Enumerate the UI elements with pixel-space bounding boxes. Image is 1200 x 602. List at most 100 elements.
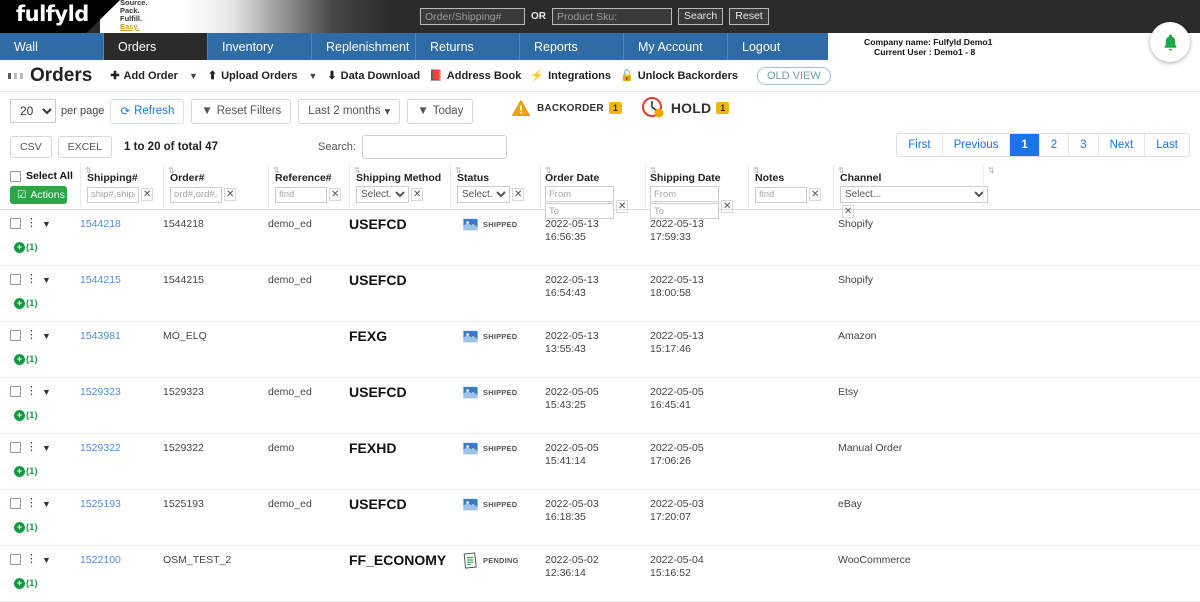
notes-filter-input[interactable] bbox=[755, 186, 807, 203]
row-checkbox[interactable] bbox=[10, 330, 21, 341]
integrations-button[interactable]: ⚡ Integrations bbox=[530, 69, 611, 83]
nav-item-inventory[interactable]: Inventory bbox=[208, 33, 312, 60]
table-row[interactable]: ⋮ ▼ + (1) 1525193 1525193 demo_ed USEFCD SHIPPED… bbox=[0, 490, 1200, 546]
cell-shipping-number[interactable]: 1529322 bbox=[80, 442, 121, 454]
cell-shipping-number[interactable]: 1544218 bbox=[80, 218, 121, 230]
status-filter-clear[interactable]: ✕ bbox=[512, 188, 525, 201]
csv-export-button[interactable]: CSV bbox=[10, 136, 52, 158]
shipping-method-filter-select[interactable]: Select... bbox=[356, 186, 409, 203]
table-row[interactable]: ⋮ ▼ + (1) 1529322 1529322 demo FEXHD SHIPPED 2022… bbox=[0, 434, 1200, 490]
row-select-group[interactable]: ⋮ ▼ bbox=[10, 442, 51, 453]
cell-shipping-number[interactable]: 1522100 bbox=[80, 554, 121, 566]
shipping-filter-clear[interactable]: ✕ bbox=[141, 188, 154, 201]
row-select-group[interactable]: ⋮ ▼ bbox=[10, 386, 51, 397]
shipping-filter-input[interactable] bbox=[87, 186, 139, 203]
channel-filter-select[interactable]: Select... bbox=[840, 186, 988, 203]
row-menu-icon[interactable]: ⋮ bbox=[26, 274, 37, 285]
notes-filter-clear[interactable]: ✕ bbox=[809, 188, 822, 201]
sort-icon[interactable]: ⇅ bbox=[455, 166, 462, 175]
nav-item-returns[interactable]: Returns bbox=[416, 33, 520, 60]
nav-item-reports[interactable]: Reports bbox=[520, 33, 624, 60]
table-row[interactable]: ⋮ ▼ + (1) 1544215 1544215 demo_ed USEFCD 2022-05… bbox=[0, 266, 1200, 322]
backorder-badge[interactable]: BACKORDER 1 bbox=[510, 98, 622, 118]
row-checkbox[interactable] bbox=[10, 274, 21, 285]
row-expander[interactable]: + (1) bbox=[14, 354, 38, 365]
row-select-group[interactable]: ⋮ ▼ bbox=[10, 554, 51, 565]
cell-shipping-number[interactable]: 1544215 bbox=[80, 274, 121, 286]
table-row[interactable]: ⋮ ▼ + (1) 1529323 1529323 demo_ed USEFCD SHIPPED… bbox=[0, 378, 1200, 434]
cell-shipping-number[interactable]: 1529323 bbox=[80, 386, 121, 398]
row-select-group[interactable]: ⋮ ▼ bbox=[10, 330, 51, 341]
reset-button[interactable]: Reset bbox=[729, 8, 769, 25]
page-3-button[interactable]: 3 bbox=[1069, 134, 1099, 156]
cell-shipping-number[interactable]: 1525193 bbox=[80, 498, 121, 510]
excel-export-button[interactable]: EXCEL bbox=[57, 136, 113, 158]
row-checkbox[interactable] bbox=[10, 498, 21, 509]
sort-icon[interactable]: ⇅ bbox=[650, 166, 657, 175]
shipping-method-filter-clear[interactable]: ✕ bbox=[411, 188, 424, 201]
page-first-button[interactable]: First bbox=[897, 134, 943, 156]
refresh-button[interactable]: ⟳ Refresh bbox=[110, 98, 185, 124]
upload-orders-button[interactable]: ⬆ Upload Orders bbox=[208, 69, 298, 83]
nav-item-replenishment[interactable]: Replenishment bbox=[312, 33, 416, 60]
select-all-group[interactable]: Select All bbox=[10, 170, 80, 182]
page-last-button[interactable]: Last bbox=[1145, 134, 1189, 156]
grid-handle-icon[interactable] bbox=[8, 72, 24, 79]
notification-bell-button[interactable] bbox=[1150, 22, 1190, 62]
row-expander[interactable]: + (1) bbox=[14, 410, 38, 421]
row-expand-caret-icon[interactable]: ▼ bbox=[42, 443, 51, 453]
reference-filter-clear[interactable]: ✕ bbox=[329, 188, 342, 201]
search-button[interactable]: Search bbox=[678, 8, 724, 25]
row-checkbox[interactable] bbox=[10, 554, 21, 565]
row-expand-caret-icon[interactable]: ▼ bbox=[42, 219, 51, 229]
old-view-button[interactable]: OLD VIEW bbox=[756, 66, 831, 85]
nav-item-orders[interactable]: Orders bbox=[104, 33, 208, 60]
row-expand-caret-icon[interactable]: ▼ bbox=[42, 499, 51, 509]
row-expander[interactable]: + (1) bbox=[14, 522, 38, 533]
row-checkbox[interactable] bbox=[10, 442, 21, 453]
product-sku-search-input[interactable] bbox=[552, 8, 672, 25]
sort-icon[interactable]: ⇅ bbox=[988, 166, 995, 175]
row-expander[interactable]: + (1) bbox=[14, 578, 38, 589]
sort-icon[interactable]: ⇅ bbox=[838, 166, 845, 175]
nav-item-logout[interactable]: Logout bbox=[728, 33, 832, 60]
hold-badge[interactable]: HOLD 1 bbox=[640, 96, 730, 120]
status-filter-select[interactable]: Select... bbox=[457, 186, 510, 203]
row-select-group[interactable]: ⋮ ▼ bbox=[10, 498, 51, 509]
row-expander[interactable]: + (1) bbox=[14, 298, 38, 309]
sort-icon[interactable]: ⇅ bbox=[354, 166, 361, 175]
row-expander[interactable]: + (1) bbox=[14, 242, 38, 253]
actions-button[interactable]: ☑ Actions › bbox=[10, 186, 72, 204]
sort-icon[interactable]: ⇅ bbox=[273, 166, 280, 175]
page-2-button[interactable]: 2 bbox=[1040, 134, 1070, 156]
row-menu-icon[interactable]: ⋮ bbox=[26, 386, 37, 397]
row-select-group[interactable]: ⋮ ▼ bbox=[10, 218, 51, 229]
per-page-select[interactable]: 20 bbox=[10, 99, 56, 123]
order-filter-clear[interactable]: ✕ bbox=[224, 188, 237, 201]
sort-icon[interactable]: ⇅ bbox=[168, 166, 175, 175]
page-1-button[interactable]: 1 bbox=[1010, 134, 1040, 156]
row-expand-caret-icon[interactable]: ▼ bbox=[42, 555, 51, 565]
nav-item-wall[interactable]: Wall bbox=[0, 33, 104, 60]
reference-filter-input[interactable] bbox=[275, 186, 327, 203]
add-order-button[interactable]: ✚ Add Order bbox=[110, 69, 178, 83]
reset-filters-button[interactable]: ▼ Reset Filters bbox=[191, 98, 292, 124]
row-checkbox[interactable] bbox=[10, 218, 21, 229]
sort-icon[interactable]: ⇅ bbox=[85, 166, 92, 175]
table-row[interactable]: ⋮ ▼ + (1) 1522100 OSM_TEST_2 FF_ECONOMY PENDING… bbox=[0, 546, 1200, 602]
row-checkbox[interactable] bbox=[10, 386, 21, 397]
row-expand-caret-icon[interactable]: ▼ bbox=[42, 331, 51, 341]
row-select-group[interactable]: ⋮ ▼ bbox=[10, 274, 51, 285]
cell-shipping-number[interactable]: 1543981 bbox=[80, 330, 121, 342]
add-order-dropdown-caret-icon[interactable]: ▼ bbox=[189, 71, 198, 81]
row-menu-icon[interactable]: ⋮ bbox=[26, 442, 37, 453]
address-book-button[interactable]: 📕 Address Book bbox=[429, 69, 521, 83]
row-menu-icon[interactable]: ⋮ bbox=[26, 554, 37, 565]
row-expander[interactable]: + (1) bbox=[14, 466, 38, 477]
order-filter-input[interactable] bbox=[170, 186, 222, 203]
row-expand-caret-icon[interactable]: ▼ bbox=[42, 387, 51, 397]
shipping-date-from-input[interactable] bbox=[650, 186, 719, 202]
page-previous-button[interactable]: Previous bbox=[943, 134, 1011, 156]
page-next-button[interactable]: Next bbox=[1099, 134, 1146, 156]
upload-orders-dropdown-caret-icon[interactable]: ▼ bbox=[308, 71, 317, 81]
